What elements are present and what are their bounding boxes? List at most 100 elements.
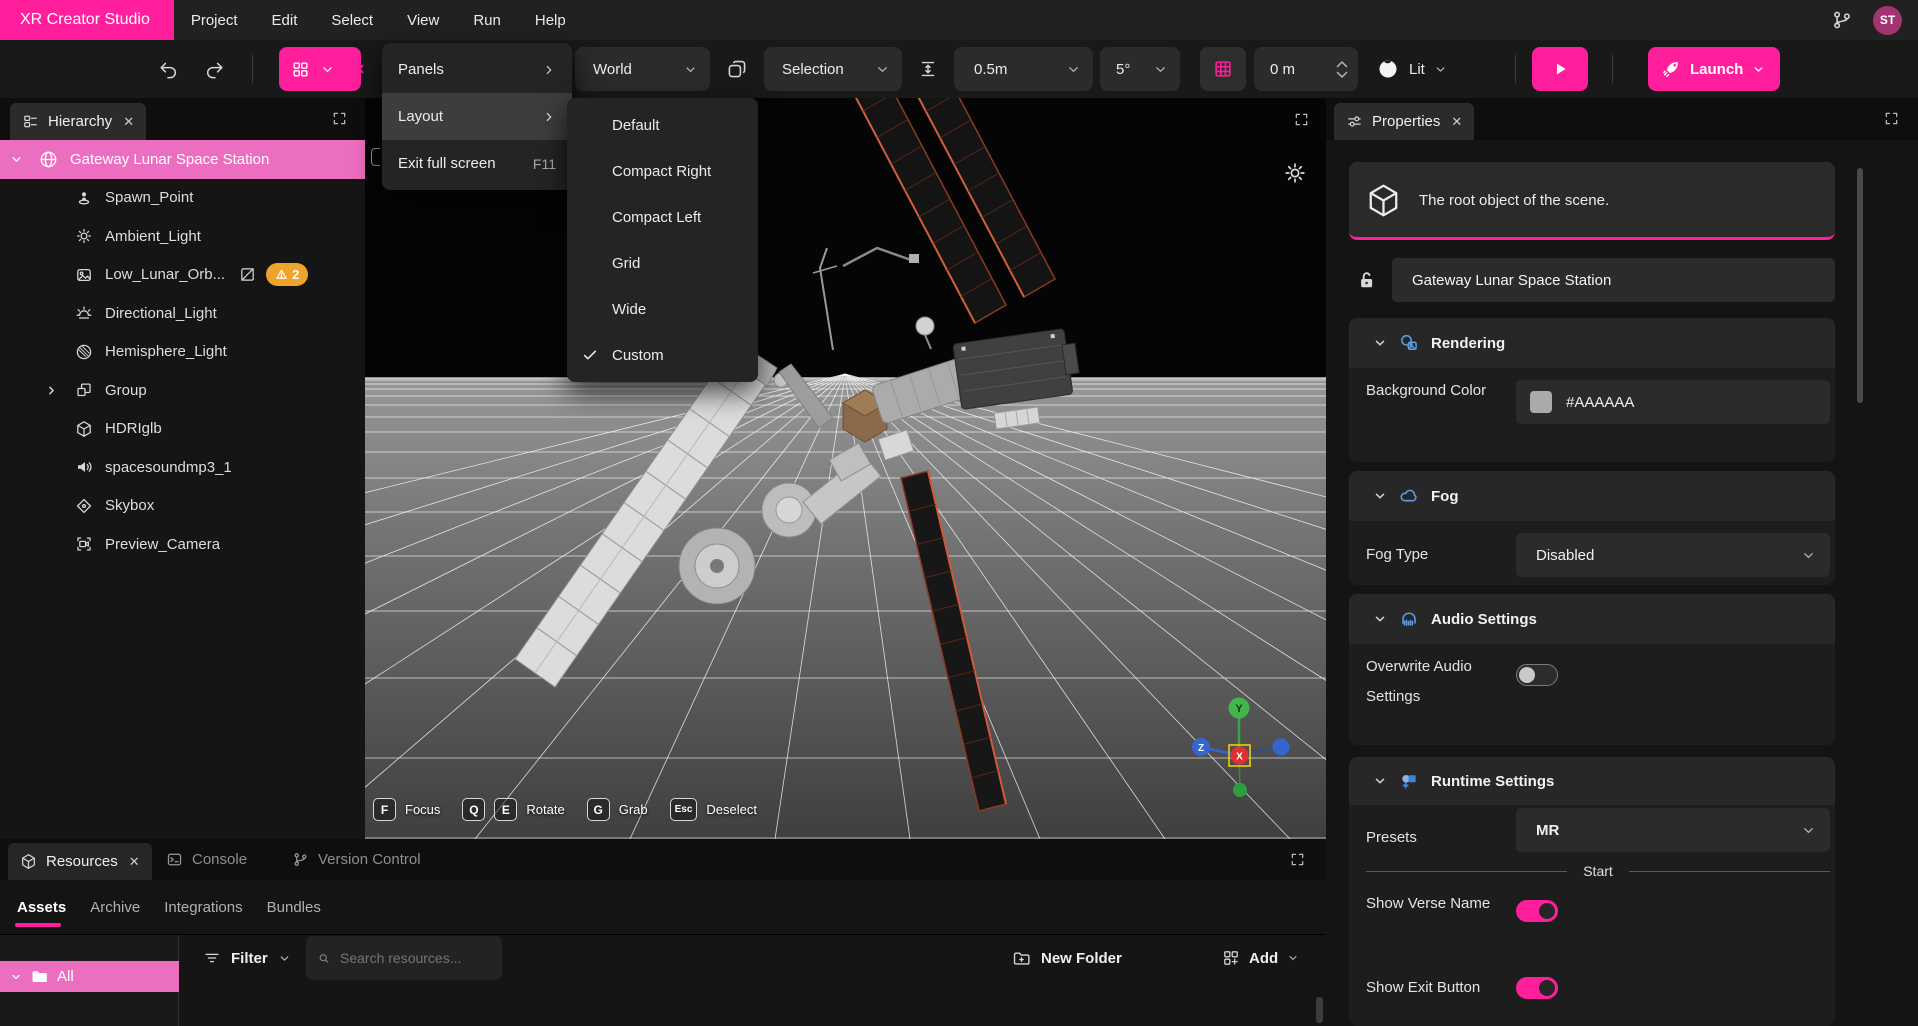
submenu-item-default[interactable]: Default	[567, 102, 758, 148]
subtab-bundles[interactable]: Bundles	[267, 899, 321, 916]
stepper-arrows[interactable]	[1336, 61, 1348, 78]
expand-panel-icon[interactable]	[1884, 111, 1899, 126]
color-value: #AAAAAA	[1566, 394, 1634, 411]
runtime-header[interactable]: Runtime Settings	[1349, 757, 1835, 805]
tree-item-preview-camera[interactable]: Preview_Camera	[0, 525, 365, 564]
color-swatch[interactable]	[1530, 391, 1552, 413]
translate-snap-select[interactable]: 0.5m	[954, 47, 1093, 91]
fog-header[interactable]: Fog	[1349, 471, 1835, 521]
pivot-mode-button[interactable]	[718, 47, 756, 91]
hint-grab: Grab	[619, 802, 648, 817]
object-name-field[interactable]: Gateway Lunar Space Station	[1392, 258, 1835, 302]
tree-item-root[interactable]: Gateway Lunar Space Station	[0, 140, 365, 179]
redo-button[interactable]	[196, 47, 234, 91]
chevron-down-icon[interactable]	[10, 153, 23, 166]
collapse-toolbar-arrow[interactable]	[352, 47, 370, 91]
tree-item-ambient-light[interactable]: Ambient_Light	[0, 217, 365, 256]
menu-item-layout[interactable]: Layout	[382, 93, 572, 140]
selection-mode-select[interactable]: Selection	[764, 47, 902, 91]
menu-view[interactable]: View	[390, 12, 456, 29]
tree-item-low-lunar-orb[interactable]: Low_Lunar_Orb... 2	[0, 256, 365, 295]
grid-height-stepper[interactable]: 0 m	[1254, 47, 1358, 91]
tab-console[interactable]: Console	[166, 839, 247, 880]
menu-run[interactable]: Run	[456, 12, 518, 29]
layout-submenu: Default Compact Right Compact Left Grid …	[567, 98, 758, 382]
rendering-header[interactable]: Rendering	[1349, 318, 1835, 368]
transform-space-select[interactable]: World	[575, 47, 710, 91]
rotate-snap-select[interactable]: 5°	[1100, 47, 1180, 91]
chevron-right-icon[interactable]	[45, 384, 58, 397]
properties-scrollbar[interactable]	[1857, 168, 1863, 403]
menu-select[interactable]: Select	[314, 12, 390, 29]
submenu-item-compact-right[interactable]: Compact Right	[567, 148, 758, 194]
resources-scrollbar[interactable]	[1316, 997, 1323, 1023]
console-icon	[166, 851, 183, 868]
tab-resources[interactable]: Resources ✕	[8, 843, 152, 880]
menu-item-panels[interactable]: Panels	[382, 46, 572, 93]
tree-item-group[interactable]: Group	[0, 371, 365, 410]
tab-version-control[interactable]: Version Control	[292, 839, 421, 880]
user-avatar[interactable]: ST	[1873, 6, 1902, 35]
expand-viewport-icon[interactable]	[1294, 112, 1309, 127]
search-input[interactable]	[340, 950, 490, 966]
submenu-item-custom[interactable]: Custom	[567, 332, 758, 378]
menu-help[interactable]: Help	[518, 12, 583, 29]
translate-snap-button[interactable]	[910, 47, 946, 91]
menu-edit[interactable]: Edit	[255, 12, 315, 29]
layout-preset-button[interactable]	[279, 47, 361, 91]
launch-button[interactable]: Launch	[1648, 47, 1780, 91]
menu-item-label: Custom	[612, 347, 664, 364]
start-group-divider: Start	[1366, 863, 1830, 879]
tree-item-skybox[interactable]: Skybox	[0, 487, 365, 526]
app-brand[interactable]: XR Creator Studio	[0, 0, 174, 40]
submenu-item-grid[interactable]: Grid	[567, 240, 758, 286]
tree-item-spawn-point[interactable]: Spawn_Point	[0, 179, 365, 218]
key-e: E	[494, 798, 517, 821]
unlock-icon[interactable]	[1356, 269, 1377, 290]
gizmo-axis-ball[interactable]	[1273, 739, 1290, 756]
version-control-branch-icon[interactable]	[1831, 9, 1853, 31]
new-folder-button[interactable]: New Folder	[1012, 936, 1122, 980]
play-button[interactable]	[1532, 47, 1588, 91]
close-icon[interactable]: ✕	[129, 854, 140, 870]
background-color-control[interactable]: #AAAAAA	[1516, 380, 1830, 424]
layout-grid-icon	[291, 60, 310, 79]
gizmo-axis-ball[interactable]	[1233, 783, 1247, 797]
close-icon[interactable]: ✕	[123, 114, 134, 130]
subtab-integrations[interactable]: Integrations	[164, 899, 242, 916]
viewport-settings-gear-icon[interactable]	[1284, 162, 1306, 184]
folder-item-all[interactable]: All	[0, 961, 179, 992]
tree-item-directional-light[interactable]: Directional_Light	[0, 294, 365, 333]
tree-item-hemisphere-light[interactable]: Hemisphere_Light	[0, 333, 365, 372]
fog-type-select[interactable]: Disabled	[1516, 533, 1830, 577]
subtab-archive[interactable]: Archive	[90, 899, 140, 916]
menu-project[interactable]: Project	[174, 12, 255, 29]
chevron-down-icon[interactable]	[10, 971, 22, 983]
folder-label: All	[57, 968, 74, 985]
add-button[interactable]: Add	[1222, 936, 1299, 980]
submenu-item-wide[interactable]: Wide	[567, 286, 758, 332]
transform-gizmo[interactable]: Y Z X	[1170, 690, 1320, 810]
viewport-3d[interactable]: F Focus Q E Rotate G Grab Esc Deselect Y…	[365, 98, 1326, 839]
close-icon[interactable]: ✕	[1451, 114, 1462, 130]
filter-button[interactable]: Filter	[203, 936, 291, 980]
presets-select[interactable]: MR	[1516, 808, 1830, 852]
tree-item-hdriglb[interactable]: HDRIglb	[0, 410, 365, 449]
tab-label: Console	[192, 851, 247, 868]
overwrite-audio-toggle[interactable]	[1516, 664, 1558, 686]
search-box[interactable]	[306, 936, 502, 980]
expand-panel-icon[interactable]	[1290, 852, 1305, 867]
audio-header[interactable]: Audio Settings	[1349, 594, 1835, 644]
subtab-assets[interactable]: Assets	[17, 899, 66, 916]
submenu-item-compact-left[interactable]: Compact Left	[567, 194, 758, 240]
expand-panel-icon[interactable]	[332, 111, 347, 126]
grid-snap-toggle-button[interactable]	[1200, 47, 1246, 91]
shading-mode-select[interactable]: Lit	[1372, 47, 1482, 91]
tab-hierarchy[interactable]: Hierarchy ✕	[10, 103, 146, 140]
tree-item-spacesound[interactable]: spacesoundmp3_1	[0, 448, 365, 487]
menu-item-exit-fullscreen[interactable]: Exit full screen F11	[382, 140, 572, 187]
tab-properties[interactable]: Properties ✕	[1334, 103, 1474, 140]
show-exit-button-toggle[interactable]	[1516, 977, 1558, 999]
undo-button[interactable]	[148, 47, 186, 91]
show-verse-name-toggle[interactable]	[1516, 900, 1558, 922]
